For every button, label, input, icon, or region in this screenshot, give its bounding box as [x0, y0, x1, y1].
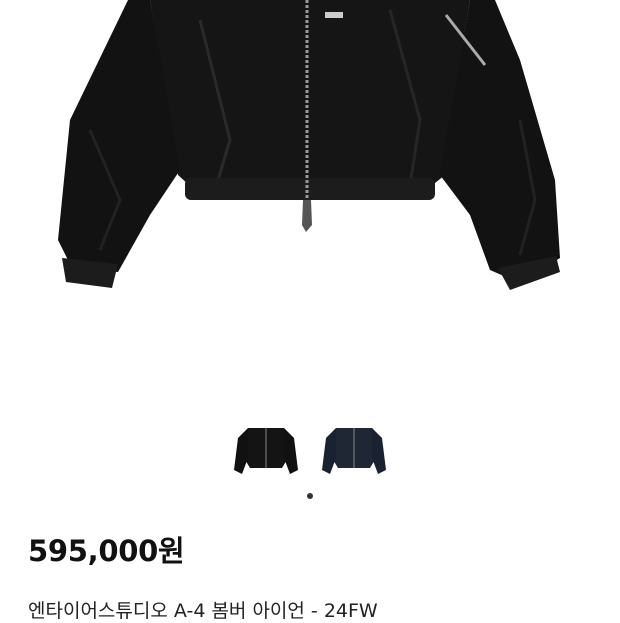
product-title: 엔타이어스튜디오 A-4 봄버 아이언 - 24FW — [28, 600, 378, 622]
product-main-image[interactable] — [0, 0, 620, 400]
thumbnail-gallery — [0, 416, 620, 480]
bomber-jacket-image — [58, 0, 560, 290]
thumbnail-black[interactable] — [230, 416, 302, 480]
product-price: 595,000원 — [28, 534, 185, 568]
thumbnail-navy[interactable] — [318, 416, 390, 480]
black-bomber-jacket-thumbnail — [234, 428, 298, 474]
gallery-pagination — [0, 493, 620, 499]
pagination-dot-active[interactable] — [307, 493, 313, 499]
navy-bomber-jacket-thumbnail — [322, 428, 386, 474]
